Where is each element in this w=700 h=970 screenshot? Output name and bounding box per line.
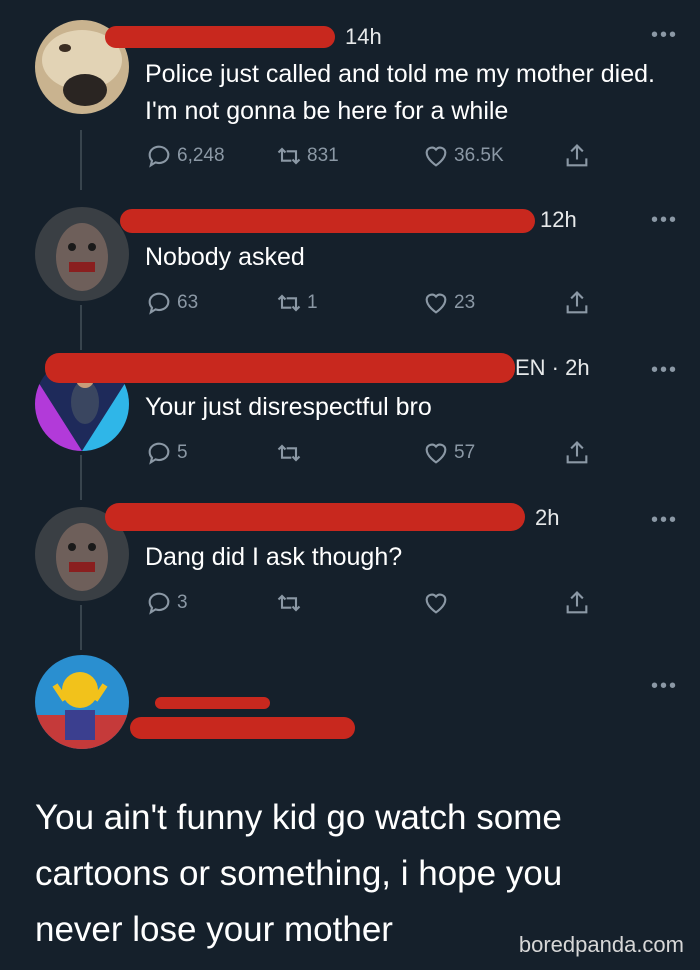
avatar[interactable] — [35, 655, 129, 749]
redacted-display-name — [155, 697, 270, 709]
reply-count: 3 — [177, 592, 188, 613]
tweet-text: Dang did I ask though? — [145, 543, 403, 571]
tweet[interactable]: 14h ••• Police just called and told me m… — [0, 20, 700, 190]
retweet-button[interactable]: 831 — [275, 142, 339, 170]
retweet-count: 831 — [307, 145, 339, 166]
tweet-timestamp: 2h — [535, 505, 560, 530]
redacted-username — [105, 26, 335, 48]
reply-button[interactable]: 5 — [145, 439, 188, 467]
zombie-avatar-image — [35, 207, 129, 301]
share-button[interactable] — [563, 289, 591, 317]
tweet-header: 14h — [105, 20, 625, 60]
redacted-username — [130, 717, 355, 739]
skeleton-avatar-image — [35, 655, 129, 749]
retweet-button[interactable]: 1 — [275, 289, 318, 317]
reply-icon — [148, 145, 170, 168]
like-button[interactable] — [422, 589, 454, 617]
share-icon — [566, 291, 588, 314]
tweet-actions: 6,248 831 36.5K — [145, 142, 595, 172]
retweet-icon — [277, 594, 301, 612]
reply-icon — [148, 592, 170, 615]
share-button[interactable] — [563, 589, 591, 617]
share-icon — [566, 441, 588, 464]
share-button[interactable] — [563, 142, 591, 170]
reply-count: 5 — [177, 442, 188, 463]
share-icon — [566, 591, 588, 614]
reply-button[interactable]: 6,248 — [145, 142, 225, 170]
like-count: 23 — [454, 292, 476, 313]
retweet-icon — [277, 444, 301, 462]
more-options-icon[interactable]: ••• — [651, 359, 678, 382]
more-options-icon[interactable]: ••• — [651, 24, 678, 47]
watermark: boredpanda.com — [518, 932, 684, 957]
redacted-username — [105, 503, 525, 531]
like-button[interactable]: 23 — [422, 289, 475, 317]
like-button[interactable]: 36.5K — [422, 142, 504, 170]
heart-icon — [425, 593, 447, 614]
more-options-icon[interactable]: ••• — [651, 209, 678, 232]
avatar[interactable] — [35, 207, 129, 301]
more-options-icon[interactable]: ••• — [651, 675, 678, 698]
more-options-icon[interactable]: ••• — [651, 509, 678, 532]
tweet-timestamp: 12h — [540, 207, 577, 232]
heart-icon — [425, 146, 447, 167]
retweet-button[interactable] — [275, 439, 307, 467]
tweet[interactable]: 2h ••• Dang did I ask though? 3 — [0, 503, 700, 625]
reply-icon — [148, 442, 170, 465]
share-icon — [566, 144, 588, 167]
retweet-icon — [277, 147, 301, 165]
like-button[interactable]: 57 — [422, 439, 475, 467]
heart-icon — [425, 443, 447, 464]
redacted-username — [45, 353, 515, 383]
retweet-count: 1 — [307, 292, 318, 313]
tweet[interactable]: 12h ••• Nobody asked 63 1 23 — [0, 205, 700, 325]
like-count: 36.5K — [454, 145, 504, 166]
tweet-text: Nobody asked — [145, 243, 305, 271]
reply-button[interactable]: 3 — [145, 589, 188, 617]
retweet-icon — [277, 294, 301, 312]
tweet-timestamp: EN · 2h — [515, 355, 590, 380]
tweet-actions: 3 — [145, 589, 595, 619]
redacted-username — [120, 209, 535, 233]
tweet-text: Your just disrespectful bro — [145, 393, 432, 421]
tweet-actions: 63 1 23 — [145, 289, 595, 319]
reply-button[interactable]: 63 — [145, 289, 198, 317]
like-count: 57 — [454, 442, 476, 463]
tweet-actions: 5 57 — [145, 439, 595, 469]
tweet[interactable]: EN · 2h ••• Your just disrespectful bro … — [0, 353, 700, 475]
tweet-text: Police just called and told me my mother… — [145, 60, 655, 125]
share-button[interactable] — [563, 439, 591, 467]
retweet-button[interactable] — [275, 589, 307, 617]
reply-icon — [148, 292, 170, 315]
heart-icon — [425, 293, 447, 314]
reply-count: 6,248 — [177, 145, 225, 166]
tweet-timestamp: 14h — [345, 24, 382, 49]
reply-count: 63 — [177, 292, 199, 313]
